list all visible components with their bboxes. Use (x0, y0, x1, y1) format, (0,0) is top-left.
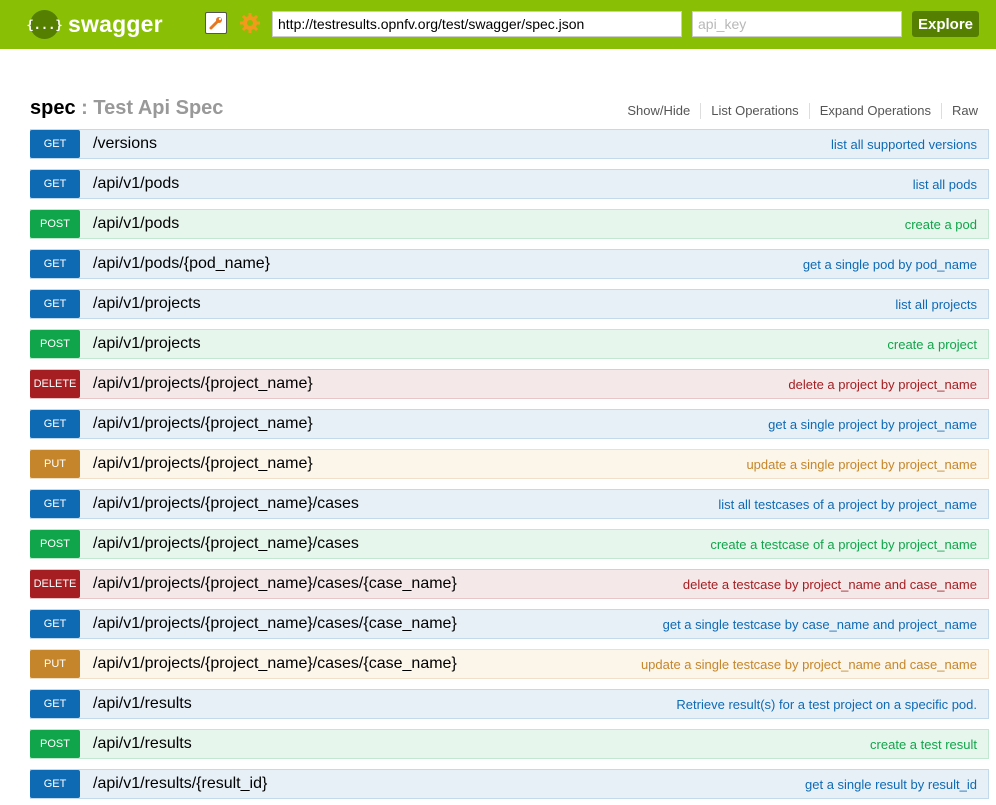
gear-icon[interactable] (239, 12, 261, 34)
operation-row[interactable]: GET /api/v1/projects/{project_name}/case… (30, 609, 989, 639)
api-key-input[interactable] (692, 11, 902, 37)
operation-row[interactable]: PUT /api/v1/projects/{project_name} upda… (30, 449, 989, 479)
operation-summary[interactable]: get a single pod by pod_name (803, 257, 977, 272)
operation-row[interactable]: POST /api/v1/projects/{project_name}/cas… (30, 529, 989, 559)
spec-title: Test Api Spec (93, 97, 224, 119)
operation-path[interactable]: /api/v1/results (93, 695, 192, 713)
http-method-badge[interactable]: GET (30, 690, 80, 718)
operation-summary[interactable]: create a test result (870, 737, 977, 752)
operation-path[interactable]: /api/v1/projects/{project_name}/cases (93, 495, 359, 513)
http-method-badge[interactable]: POST (30, 730, 80, 758)
operation-path[interactable]: /api/v1/projects (93, 335, 201, 353)
operation-summary[interactable]: get a single testcase by case_name and p… (663, 617, 977, 632)
spec-separator: : (81, 97, 88, 119)
operation-summary[interactable]: list all pods (913, 177, 977, 192)
operation-summary[interactable]: update a single project by project_name (746, 457, 977, 472)
operation-path[interactable]: /api/v1/projects/{project_name}/cases/{c… (93, 655, 457, 673)
operation-row[interactable]: PUT /api/v1/projects/{project_name}/case… (30, 649, 989, 679)
operation-row[interactable]: GET /api/v1/projects list all projects (30, 289, 989, 319)
http-method-badge[interactable]: POST (30, 210, 80, 238)
logo-text: swagger (68, 11, 163, 37)
operation-row[interactable]: DELETE /api/v1/projects/{project_name}/c… (30, 569, 989, 599)
http-method-badge[interactable]: DELETE (30, 570, 80, 598)
list-operations-link[interactable]: List Operations (701, 103, 810, 119)
explore-button[interactable]: Explore (912, 11, 979, 37)
operation-path[interactable]: /api/v1/pods (93, 175, 179, 193)
http-method-badge[interactable]: PUT (30, 650, 80, 678)
operations-list: GET /versions list all supported version… (30, 129, 989, 805)
spec-name-link[interactable]: spec (30, 97, 76, 119)
operation-row[interactable]: POST /api/v1/results create a test resul… (30, 729, 989, 759)
operation-path[interactable]: /api/v1/pods (93, 215, 179, 233)
operation-summary[interactable]: get a single project by project_name (768, 417, 977, 432)
operation-path[interactable]: /api/v1/results (93, 735, 192, 753)
operation-row[interactable]: GET /api/v1/projects/{project_name} get … (30, 409, 989, 439)
operation-path[interactable]: /api/v1/projects/{project_name}/cases/{c… (93, 575, 457, 593)
http-method-badge[interactable]: GET (30, 170, 80, 198)
operation-summary[interactable]: get a single result by result_id (805, 777, 977, 792)
spec-url-input[interactable] (272, 11, 682, 37)
operation-summary[interactable]: list all supported versions (831, 137, 977, 152)
operation-path[interactable]: /api/v1/projects/{project_name}/cases (93, 535, 359, 553)
operation-summary[interactable]: list all projects (895, 297, 977, 312)
operation-row[interactable]: GET /api/v1/projects/{project_name}/case… (30, 489, 989, 519)
http-method-badge[interactable]: DELETE (30, 370, 80, 398)
http-method-badge[interactable]: GET (30, 410, 80, 438)
http-method-badge[interactable]: PUT (30, 450, 80, 478)
operation-path[interactable]: /versions (93, 135, 157, 153)
operation-summary[interactable]: create a pod (905, 217, 977, 232)
operation-summary[interactable]: create a project (887, 337, 977, 352)
operation-row[interactable]: GET /versions list all supported version… (30, 129, 989, 159)
operation-path[interactable]: /api/v1/projects/{project_name} (93, 375, 313, 393)
operation-summary[interactable]: update a single testcase by project_name… (641, 657, 977, 672)
operation-path[interactable]: /api/v1/pods/{pod_name} (93, 255, 270, 273)
http-method-badge[interactable]: GET (30, 770, 80, 798)
operation-path[interactable]: /api/v1/projects/{project_name} (93, 415, 313, 433)
wrench-icon[interactable] (205, 12, 227, 34)
operation-row[interactable]: GET /api/v1/pods/{pod_name} get a single… (30, 249, 989, 279)
http-method-badge[interactable]: POST (30, 330, 80, 358)
spec-actions: Show/Hide List Operations Expand Operati… (617, 103, 978, 119)
http-method-badge[interactable]: GET (30, 250, 80, 278)
operation-row[interactable]: GET /api/v1/results/{result_id} get a si… (30, 769, 989, 799)
operation-summary[interactable]: create a testcase of a project by projec… (710, 537, 977, 552)
operation-summary[interactable]: list all testcases of a project by proje… (718, 497, 977, 512)
operation-path[interactable]: /api/v1/projects (93, 295, 201, 313)
swagger-logo[interactable]: {...} swagger (26, 10, 163, 39)
operation-row[interactable]: POST /api/v1/pods create a pod (30, 209, 989, 239)
operation-summary[interactable]: Retrieve result(s) for a test project on… (676, 697, 977, 712)
raw-link[interactable]: Raw (942, 103, 978, 119)
http-method-badge[interactable]: POST (30, 530, 80, 558)
http-method-badge[interactable]: GET (30, 130, 80, 158)
operation-summary[interactable]: delete a testcase by project_name and ca… (683, 577, 977, 592)
http-method-badge[interactable]: GET (30, 290, 80, 318)
operation-path[interactable]: /api/v1/projects/{project_name}/cases/{c… (93, 615, 457, 633)
operation-summary[interactable]: delete a project by project_name (788, 377, 977, 392)
spec-heading: spec : Test Api Spec (30, 97, 223, 120)
http-method-badge[interactable]: GET (30, 610, 80, 638)
swagger-logo-icon: {...} (26, 10, 63, 39)
top-bar: {...} swagger Explore (0, 0, 996, 49)
expand-operations-link[interactable]: Expand Operations (810, 103, 942, 119)
operation-row[interactable]: DELETE /api/v1/projects/{project_name} d… (30, 369, 989, 399)
operation-path[interactable]: /api/v1/results/{result_id} (93, 775, 267, 793)
show-hide-link[interactable]: Show/Hide (617, 103, 702, 119)
operation-row[interactable]: POST /api/v1/projects create a project (30, 329, 989, 359)
operation-path[interactable]: /api/v1/projects/{project_name} (93, 455, 313, 473)
operation-row[interactable]: GET /api/v1/pods list all pods (30, 169, 989, 199)
operation-row[interactable]: GET /api/v1/results Retrieve result(s) f… (30, 689, 989, 719)
http-method-badge[interactable]: GET (30, 490, 80, 518)
